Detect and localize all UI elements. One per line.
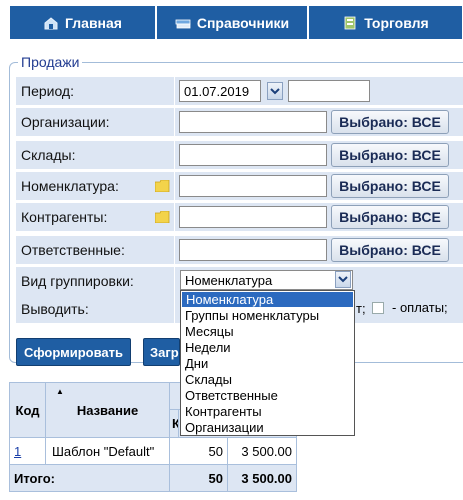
sort-arrow-icon: ▲ bbox=[56, 387, 64, 396]
tab-trade-label: Торговля bbox=[364, 14, 429, 31]
submit-button[interactable]: Сформировать bbox=[16, 338, 131, 366]
grouping-option[interactable]: Склады bbox=[181, 372, 354, 388]
partners-input[interactable] bbox=[179, 206, 327, 228]
row-code-link[interactable]: 1 bbox=[14, 444, 21, 459]
partners-label: Контрагенты: bbox=[16, 203, 174, 231]
tab-home[interactable]: Главная bbox=[9, 5, 156, 40]
grouping-option[interactable]: Недели bbox=[181, 340, 354, 356]
top-menu: Главная Справочники Торговля bbox=[0, 0, 463, 44]
nomenclature-input[interactable] bbox=[179, 175, 327, 197]
payments-checkbox[interactable] bbox=[372, 302, 384, 314]
row-name: Шаблон "Default" bbox=[45, 437, 170, 465]
row-qty: 50 bbox=[169, 437, 228, 465]
grouping-option[interactable]: Группы номенклатуры bbox=[181, 308, 354, 324]
period-label: Период: bbox=[16, 77, 174, 105]
trade-icon bbox=[342, 15, 358, 31]
stores-label: Склады: bbox=[16, 141, 174, 169]
output-label: Выводить: bbox=[16, 295, 174, 323]
grouping-option[interactable]: Дни bbox=[181, 356, 354, 372]
responsible-select-button[interactable]: Выбрано: ВСЕ bbox=[331, 238, 449, 262]
home-icon bbox=[43, 15, 59, 31]
col-header-code[interactable]: Код bbox=[9, 382, 46, 438]
col-header-name[interactable]: ▲ Название bbox=[45, 382, 170, 438]
partners-select-button[interactable]: Выбрано: ВСЕ bbox=[331, 205, 449, 229]
grouping-dropdown-list: Номенклатура Группы номенклатуры Месяцы … bbox=[180, 290, 355, 436]
responsible-input[interactable] bbox=[179, 239, 327, 261]
output-partial-text: т; bbox=[356, 301, 366, 316]
load-button[interactable]: Загр bbox=[143, 338, 180, 366]
orgs-label: Организации: bbox=[16, 108, 174, 136]
sales-legend: Продажи bbox=[18, 54, 83, 70]
responsible-label: Ответственные: bbox=[16, 236, 174, 264]
grouping-option[interactable]: Организации bbox=[181, 420, 354, 436]
stores-select-button[interactable]: Выбрано: ВСЕ bbox=[331, 143, 449, 167]
folder-icon[interactable] bbox=[154, 210, 170, 224]
nomenclature-select-button[interactable]: Выбрано: ВСЕ bbox=[331, 174, 449, 198]
folder-icon[interactable] bbox=[154, 179, 170, 193]
chevron-down-icon bbox=[338, 276, 348, 283]
orgs-input[interactable] bbox=[179, 111, 327, 133]
date-to-input[interactable] bbox=[288, 80, 370, 102]
grouping-option[interactable]: Месяцы bbox=[181, 324, 354, 340]
tab-home-label: Главная bbox=[65, 14, 122, 31]
date-from-input[interactable]: 01.07.2019 bbox=[179, 80, 261, 102]
tab-trade[interactable]: Торговля bbox=[308, 5, 463, 40]
tab-references-label: Справочники bbox=[196, 14, 290, 31]
row-sum: 3 500.00 bbox=[227, 437, 297, 465]
chevron-down-icon bbox=[270, 87, 280, 94]
grouping-dropdown-button[interactable] bbox=[335, 271, 351, 288]
date-picker-button[interactable] bbox=[267, 82, 283, 100]
total-sum: 3 500.00 bbox=[227, 464, 297, 492]
tab-references[interactable]: Справочники bbox=[156, 5, 308, 40]
table-row: 1 bbox=[9, 437, 46, 465]
grouping-select[interactable]: Номенклатура bbox=[180, 270, 353, 290]
grouping-option[interactable]: Ответственные bbox=[181, 388, 354, 404]
grouping-select-value: Номенклатура bbox=[185, 272, 273, 288]
grouping-option[interactable]: Номенклатура bbox=[182, 292, 353, 307]
payments-label: - оплаты; bbox=[392, 300, 448, 315]
books-icon bbox=[175, 15, 191, 31]
col-header-name-label: Название bbox=[76, 402, 139, 418]
stores-input[interactable] bbox=[179, 144, 327, 166]
total-qty: 50 bbox=[169, 464, 228, 492]
grouping-label: Вид группировки: bbox=[16, 267, 174, 295]
grouping-option[interactable]: Контрагенты bbox=[181, 404, 354, 420]
nomenclature-label: Номенклатура: bbox=[16, 172, 174, 200]
orgs-select-button[interactable]: Выбрано: ВСЕ bbox=[331, 110, 449, 134]
total-label: Итого: bbox=[9, 464, 170, 492]
